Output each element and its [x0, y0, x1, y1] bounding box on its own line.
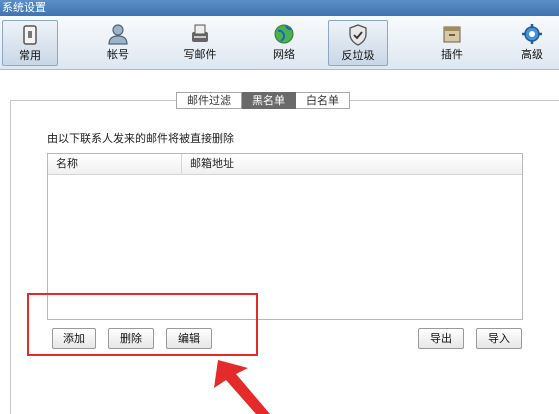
import-button[interactable]: 导入 [476, 328, 522, 349]
toolbar-item-plugin[interactable]: 插件 [424, 20, 480, 66]
table-header: 名称 邮箱地址 [48, 154, 522, 175]
column-header-email[interactable]: 邮箱地址 [182, 154, 234, 174]
account-icon [90, 22, 146, 48]
antispam-icon [329, 23, 387, 49]
export-button[interactable]: 导出 [418, 328, 464, 349]
tab-mail-filter[interactable]: 邮件过滤 [176, 92, 242, 109]
toolbar-item-network[interactable]: 网络 [256, 20, 312, 66]
antispam-tabs: 邮件过滤 黑名单 白名单 [176, 92, 350, 109]
plugin-icon [424, 22, 480, 48]
column-header-name[interactable]: 名称 [48, 154, 182, 174]
toolbar-item-account[interactable]: 帐号 [90, 20, 146, 66]
blacklist-description: 由以下联系人发来的邮件将被直接删除 [47, 132, 234, 145]
window-title: 系统设置 [0, 0, 559, 16]
general-icon [3, 23, 57, 49]
highlight-box [27, 293, 258, 356]
advanced-icon [506, 22, 558, 48]
settings-toolbar: 常用 帐号 写邮件 网络 反垃圾 插件 高级 [0, 16, 559, 70]
tab-whitelist[interactable]: 白名单 [296, 92, 350, 109]
tab-blacklist[interactable]: 黑名单 [242, 92, 296, 109]
compose-icon [172, 22, 228, 48]
toolbar-item-advanced[interactable]: 高级 [506, 20, 558, 66]
toolbar-item-general[interactable]: 常用 [2, 20, 58, 66]
toolbar-item-compose[interactable]: 写邮件 [172, 20, 228, 66]
network-icon [256, 22, 312, 48]
toolbar-item-antispam[interactable]: 反垃圾 [328, 20, 388, 66]
